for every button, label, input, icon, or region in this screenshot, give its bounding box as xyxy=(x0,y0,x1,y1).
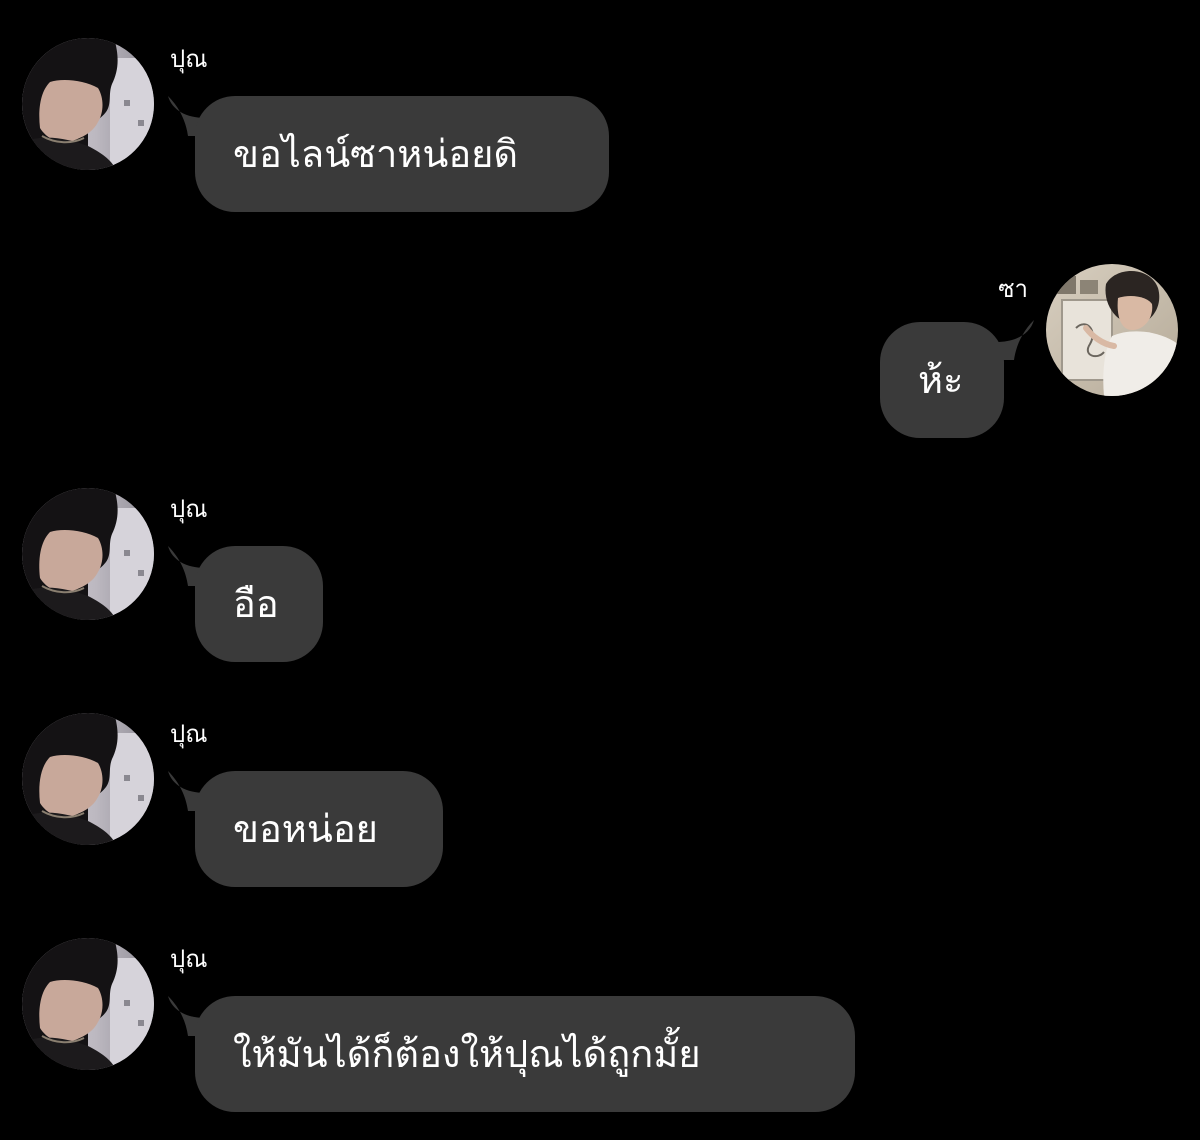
message-bubble[interactable]: ห้ะ xyxy=(880,322,1004,438)
message-bubble[interactable]: ขอไลน์ซาหน่อยดิ xyxy=(195,96,609,212)
sa-avatar[interactable] xyxy=(1046,264,1178,396)
pun-avatar[interactable] xyxy=(22,938,154,1070)
sender-name: ปุณ xyxy=(170,945,208,973)
profile-photo-pun-icon xyxy=(22,713,154,845)
sender-name: ปุณ xyxy=(170,495,208,523)
pun-avatar[interactable] xyxy=(22,38,154,170)
sender-name: ซา xyxy=(998,275,1028,303)
profile-photo-sa-icon xyxy=(1046,264,1178,396)
message-bubble[interactable]: ขอหน่อย xyxy=(195,771,443,887)
sender-name: ปุณ xyxy=(170,45,208,73)
pun-avatar[interactable] xyxy=(22,713,154,845)
profile-photo-pun-icon xyxy=(22,488,154,620)
profile-photo-pun-icon xyxy=(22,938,154,1070)
message-bubble[interactable]: อือ xyxy=(195,546,323,662)
profile-photo-pun-icon xyxy=(22,38,154,170)
pun-avatar[interactable] xyxy=(22,488,154,620)
message-bubble[interactable]: ให้มันได้ก็ต้องให้ปุณได้ถูกมั้ย xyxy=(195,996,855,1112)
sender-name: ปุณ xyxy=(170,720,208,748)
